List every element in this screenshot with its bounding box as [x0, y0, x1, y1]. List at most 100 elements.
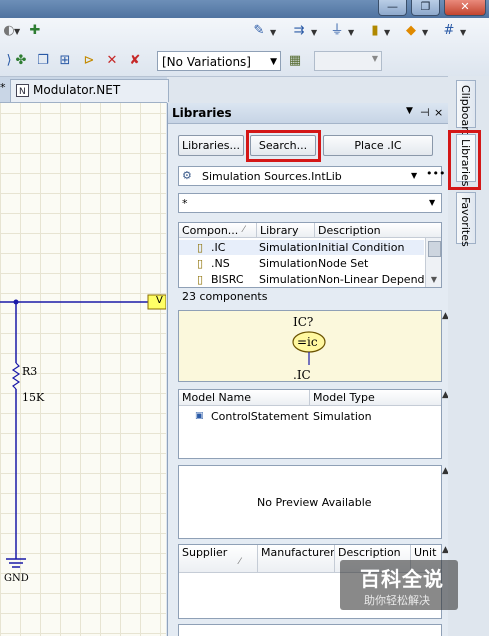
- bus-icon[interactable]: ⇉: [290, 22, 308, 40]
- chevron-down-icon[interactable]: ▼: [14, 27, 20, 36]
- place-button[interactable]: Place .IC: [323, 135, 433, 156]
- add-part-icon[interactable]: ✤: [12, 52, 30, 70]
- port-label: V: [156, 295, 163, 306]
- next-section: [178, 624, 442, 636]
- sort-icon: ⁄: [239, 557, 241, 567]
- title-bar: — ❐ ✕: [0, 0, 489, 18]
- modified-marker: *: [0, 81, 6, 94]
- symbol-preview: IC? =ic .IC: [178, 310, 442, 382]
- toolbar: ◐ ▼ ✚ ✎ ▼ ⇉ ▼ ⏚ ▼ ▮ ▼ ◆ ▼ # ▼ ⟩ ✤ ❐ ⊞ ⊳ …: [0, 18, 489, 77]
- more-icon[interactable]: •••: [426, 167, 445, 180]
- pin-icon[interactable]: ⊣: [420, 106, 430, 119]
- component-icon: ▯: [197, 241, 204, 254]
- component-description: Non-Linear Depende: [318, 273, 424, 286]
- maximize-button[interactable]: ❐: [411, 0, 440, 16]
- filter-value: *: [182, 197, 188, 210]
- component-count: 23 components: [182, 290, 268, 303]
- variations-select-value: [No Variations]: [162, 55, 251, 69]
- column-header-component[interactable]: Compon... ⁄: [179, 223, 257, 238]
- chevron-down-icon[interactable]: ▼: [311, 28, 317, 37]
- panel-menu-icon[interactable]: ▼: [406, 106, 413, 116]
- scroll-down-icon[interactable]: ▼: [426, 275, 441, 284]
- column-header-label: Supplier: [182, 546, 228, 559]
- variant-icon[interactable]: ▦: [286, 52, 304, 70]
- schematic-sheet[interactable]: R3 15K GND V: [0, 103, 166, 636]
- column-header-manufacturer[interactable]: Manufacturer: [258, 545, 335, 573]
- library-icon: ⚙: [182, 169, 192, 182]
- pencil-icon[interactable]: ✎: [250, 22, 268, 40]
- column-header-supplier[interactable]: Supplier ⁄: [179, 545, 258, 573]
- variations-select[interactable]: [No Variations] ▼: [157, 51, 281, 71]
- grid-icon[interactable]: #: [440, 22, 458, 40]
- libraries-panel: Libraries ▼ ⊣ × Libraries... Search... P…: [167, 103, 449, 636]
- column-header-model-name[interactable]: Model Name: [179, 390, 310, 406]
- tab-favorites-label: Favorites: [459, 197, 472, 247]
- models-table: Model Name Model Type ▣ ControlStatement…: [178, 389, 442, 459]
- tab-modulator-net[interactable]: N Modulator.NET: [10, 79, 169, 102]
- chevron-down-icon: ▼: [411, 171, 418, 180]
- tab-label: Modulator.NET: [33, 83, 121, 97]
- component-library: Simulation: [259, 241, 318, 254]
- chevron-down-icon[interactable]: ▼: [422, 28, 428, 37]
- part-icon[interactable]: ▮: [366, 22, 384, 40]
- sort-icon: ⁄: [243, 225, 245, 235]
- components-scrollbar[interactable]: ▼: [425, 238, 441, 287]
- tab-libraries[interactable]: Libraries: [456, 134, 476, 187]
- tab-libraries-label: Libraries: [459, 139, 472, 187]
- preview-designator: IC?: [293, 315, 314, 329]
- chevron-down-icon[interactable]: ▼: [348, 28, 354, 37]
- component-icon: ▯: [197, 273, 204, 286]
- preview-symbol-text: =ic: [297, 335, 318, 349]
- component-name: .NS: [211, 257, 230, 270]
- libraries-button[interactable]: Libraries...: [178, 135, 244, 156]
- svg-text:N: N: [19, 87, 26, 97]
- chevron-down-icon: ▼: [270, 57, 277, 67]
- library-select-value: Simulation Sources.IntLib: [202, 170, 342, 183]
- side-panel-tabs: Clipboard Libraries Favorites: [448, 76, 489, 636]
- copy-icon[interactable]: ❐: [34, 52, 52, 70]
- close-icon[interactable]: ×: [434, 106, 443, 119]
- chevron-down-icon: ▼: [429, 198, 436, 207]
- resistor-value: 15K: [22, 391, 45, 404]
- port-icon[interactable]: ◆: [402, 22, 420, 40]
- component-description: Initial Condition: [318, 241, 405, 254]
- delete-icon[interactable]: ✕: [103, 52, 121, 70]
- chevron-down-icon[interactable]: ▼: [384, 28, 390, 37]
- panel-title: Libraries: [172, 106, 232, 120]
- chevron-down-icon: ▼: [371, 54, 378, 63]
- component-name: .IC: [211, 241, 226, 254]
- column-header-description[interactable]: Description: [315, 223, 441, 238]
- resistor-designator: R3: [22, 365, 38, 378]
- component-library: Simulation: [259, 257, 318, 270]
- document-tab-strip: * N Modulator.NET: [0, 77, 169, 103]
- align-icon[interactable]: ⊞: [56, 52, 74, 70]
- chevron-down-icon[interactable]: ▼: [460, 28, 466, 37]
- tab-favorites[interactable]: Favorites: [456, 192, 476, 247]
- ground-label: GND: [4, 573, 29, 584]
- watermark-title: 百科全说: [360, 567, 444, 591]
- clear-icon[interactable]: ✘: [126, 52, 144, 70]
- column-header-model-type[interactable]: Model Type: [310, 390, 441, 406]
- filter-input[interactable]: * ▼: [178, 193, 442, 213]
- tab-clipboard[interactable]: Clipboard: [456, 80, 476, 138]
- scrollbar-thumb[interactable]: [428, 241, 441, 257]
- model-preview: No Preview Available: [178, 465, 442, 539]
- search-button[interactable]: Search...: [250, 135, 316, 156]
- ground-icon[interactable]: ⏚: [328, 22, 346, 40]
- tag-icon[interactable]: ⊳: [80, 52, 98, 70]
- secondary-select[interactable]: ▼: [314, 51, 382, 71]
- library-select[interactable]: ⚙ Simulation Sources.IntLib ▼ •••: [178, 166, 445, 186]
- watermark: 百科全说 助你轻松解决: [340, 560, 458, 610]
- component-description: Node Set: [318, 257, 369, 270]
- model-name[interactable]: ControlStatement: [211, 409, 309, 424]
- model-icon: ▣: [195, 411, 204, 421]
- column-header-library[interactable]: Library: [257, 223, 315, 238]
- chevron-down-icon[interactable]: ▼: [270, 28, 276, 37]
- model-type: Simulation: [313, 410, 372, 423]
- close-button[interactable]: ✕: [444, 0, 486, 16]
- gear-arrow-icon[interactable]: ✚: [26, 22, 44, 40]
- components-table: Compon... ⁄ Library Description ▯ .IC Si…: [178, 222, 442, 288]
- minimize-button[interactable]: —: [378, 0, 407, 16]
- preview-label: .IC: [293, 368, 311, 382]
- component-library: Simulation: [259, 273, 318, 286]
